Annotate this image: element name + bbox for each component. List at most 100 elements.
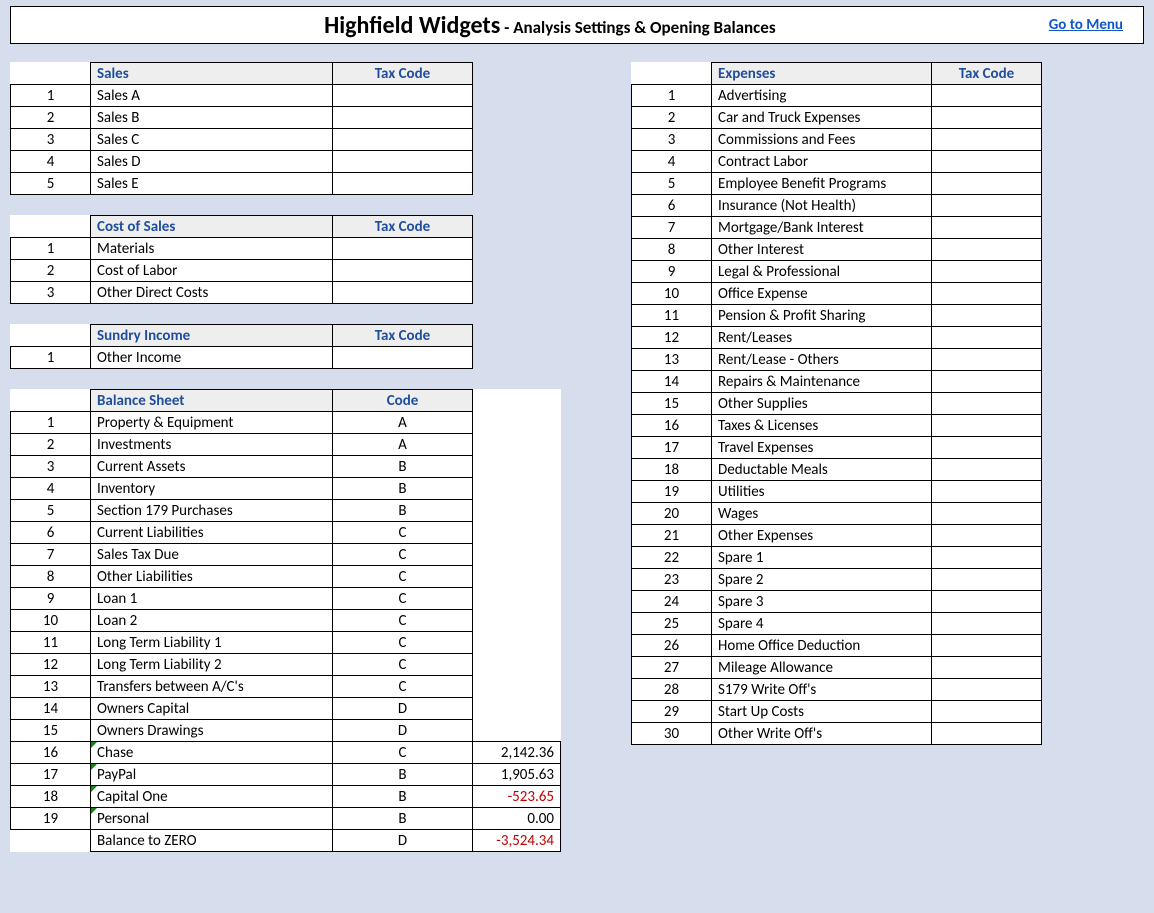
row-code[interactable] xyxy=(932,415,1042,437)
row-value[interactable]: -3,524.34 xyxy=(473,830,561,852)
row-code[interactable]: C xyxy=(333,742,473,764)
row-value[interactable] xyxy=(473,588,561,610)
row-name[interactable]: Sales B xyxy=(91,107,333,129)
row-name[interactable]: Sales E xyxy=(91,173,333,195)
row-name[interactable]: Sales D xyxy=(91,151,333,173)
row-value[interactable] xyxy=(473,412,561,434)
row-name[interactable]: Current Assets xyxy=(91,456,333,478)
row-name[interactable]: Spare 4 xyxy=(712,613,932,635)
row-code[interactable]: C xyxy=(333,654,473,676)
row-name[interactable]: Office Expense xyxy=(712,283,932,305)
row-code[interactable]: C xyxy=(333,566,473,588)
row-code[interactable] xyxy=(333,129,473,151)
row-code[interactable] xyxy=(932,85,1042,107)
row-name[interactable]: Spare 3 xyxy=(712,591,932,613)
row-name[interactable]: Other Interest xyxy=(712,239,932,261)
row-name[interactable]: Loan 1 xyxy=(91,588,333,610)
row-name[interactable]: Legal & Professional xyxy=(712,261,932,283)
row-code[interactable]: C xyxy=(333,632,473,654)
row-code[interactable] xyxy=(932,679,1042,701)
row-value[interactable] xyxy=(473,632,561,654)
row-value[interactable]: 2,142.36 xyxy=(473,742,561,764)
row-code[interactable] xyxy=(932,701,1042,723)
row-name[interactable]: Start Up Costs xyxy=(712,701,932,723)
row-code[interactable] xyxy=(932,635,1042,657)
row-code[interactable] xyxy=(932,547,1042,569)
row-code[interactable]: D xyxy=(333,720,473,742)
row-code[interactable] xyxy=(333,282,473,304)
row-code[interactable]: C xyxy=(333,676,473,698)
row-code[interactable] xyxy=(932,525,1042,547)
row-code[interactable]: C xyxy=(333,610,473,632)
row-code[interactable] xyxy=(932,195,1042,217)
row-name[interactable]: Mileage Allowance xyxy=(712,657,932,679)
row-name[interactable]: Rent/Leases xyxy=(712,327,932,349)
row-code[interactable] xyxy=(932,283,1042,305)
row-name[interactable]: Pension & Profit Sharing xyxy=(712,305,932,327)
row-code[interactable] xyxy=(333,260,473,282)
row-value[interactable] xyxy=(473,720,561,742)
row-name[interactable]: Deductable Meals xyxy=(712,459,932,481)
row-code[interactable]: B xyxy=(333,456,473,478)
row-value[interactable] xyxy=(473,478,561,500)
row-value[interactable] xyxy=(473,434,561,456)
row-name[interactable]: Contract Labor xyxy=(712,151,932,173)
row-code[interactable] xyxy=(932,591,1042,613)
row-name[interactable]: Other Income xyxy=(91,347,333,369)
row-name[interactable]: Owners Drawings xyxy=(91,720,333,742)
row-code[interactable] xyxy=(333,173,473,195)
row-code[interactable] xyxy=(932,261,1042,283)
row-code[interactable] xyxy=(333,85,473,107)
row-name[interactable]: Commissions and Fees xyxy=(712,129,932,151)
row-name[interactable]: Travel Expenses xyxy=(712,437,932,459)
row-code[interactable] xyxy=(932,481,1042,503)
row-code[interactable]: B xyxy=(333,500,473,522)
row-name[interactable]: Investments xyxy=(91,434,333,456)
row-name[interactable]: Current Liabilities xyxy=(91,522,333,544)
row-name[interactable]: Spare 2 xyxy=(712,569,932,591)
row-code[interactable]: B xyxy=(333,808,473,830)
row-code[interactable] xyxy=(333,151,473,173)
row-name[interactable]: Long Term Liability 2 xyxy=(91,654,333,676)
row-name[interactable]: Mortgage/Bank Interest xyxy=(712,217,932,239)
row-code[interactable] xyxy=(932,107,1042,129)
row-name[interactable]: Car and Truck Expenses xyxy=(712,107,932,129)
row-name[interactable]: Long Term Liability 1 xyxy=(91,632,333,654)
row-value[interactable] xyxy=(473,610,561,632)
row-name[interactable]: Owners Capital xyxy=(91,698,333,720)
row-name[interactable]: Cost of Labor xyxy=(91,260,333,282)
row-code[interactable] xyxy=(932,151,1042,173)
row-code[interactable]: D xyxy=(333,698,473,720)
row-name[interactable]: Rent/Lease - Others xyxy=(712,349,932,371)
row-value[interactable]: -523.65 xyxy=(473,786,561,808)
row-value[interactable] xyxy=(473,566,561,588)
row-code[interactable] xyxy=(932,349,1042,371)
row-name[interactable]: Sales C xyxy=(91,129,333,151)
row-name[interactable]: Inventory xyxy=(91,478,333,500)
row-code[interactable] xyxy=(932,305,1042,327)
row-name[interactable]: Sales A xyxy=(91,85,333,107)
row-name[interactable]: PayPal xyxy=(91,764,333,786)
row-name[interactable]: Section 179 Purchases xyxy=(91,500,333,522)
row-code[interactable]: B xyxy=(333,764,473,786)
row-code[interactable] xyxy=(932,657,1042,679)
row-code[interactable]: A xyxy=(333,434,473,456)
row-name[interactable]: Transfers between A/C's xyxy=(91,676,333,698)
row-name[interactable]: Wages xyxy=(712,503,932,525)
row-name[interactable]: Other Write Off's xyxy=(712,723,932,745)
row-name[interactable]: Chase xyxy=(91,742,333,764)
row-code[interactable]: C xyxy=(333,588,473,610)
row-code[interactable] xyxy=(932,239,1042,261)
row-name[interactable]: Other Liabilities xyxy=(91,566,333,588)
row-code[interactable]: C xyxy=(333,544,473,566)
row-value[interactable] xyxy=(473,698,561,720)
row-name[interactable]: Personal xyxy=(91,808,333,830)
row-code[interactable] xyxy=(932,437,1042,459)
row-code[interactable] xyxy=(932,173,1042,195)
row-name[interactable]: Property & Equipment xyxy=(91,412,333,434)
row-value[interactable]: 0.00 xyxy=(473,808,561,830)
row-name[interactable]: Loan 2 xyxy=(91,610,333,632)
row-name[interactable]: Other Supplies xyxy=(712,393,932,415)
row-name[interactable]: Materials xyxy=(91,238,333,260)
row-code[interactable] xyxy=(932,459,1042,481)
